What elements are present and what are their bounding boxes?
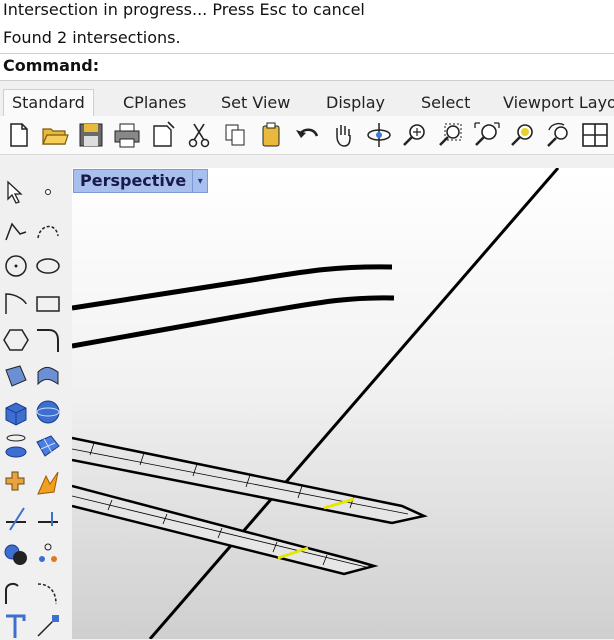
tab-standard[interactable]: Standard	[3, 89, 94, 116]
open-folder-icon[interactable]	[40, 120, 70, 150]
mesh-icon[interactable]	[34, 432, 62, 460]
four-viewports-icon[interactable]	[580, 120, 610, 150]
viewport-menu-dropdown-icon[interactable]: ▾	[192, 170, 207, 192]
sphere-icon[interactable]	[34, 398, 62, 426]
polyline-icon[interactable]	[2, 218, 30, 246]
curve-strip-2	[72, 295, 395, 349]
paste-icon[interactable]	[256, 120, 286, 150]
rectangle-icon[interactable]	[34, 290, 62, 318]
dimension-icon[interactable]	[34, 612, 62, 640]
standard-toolbar	[0, 116, 614, 155]
command-history-line-1: Intersection in progress... Press Esc to…	[3, 0, 365, 19]
command-area: Intersection in progress... Press Esc to…	[0, 0, 614, 81]
command-label: Command:	[3, 56, 100, 75]
text-icon[interactable]	[2, 612, 30, 640]
array-icon[interactable]	[34, 540, 62, 568]
rotate-view-icon[interactable]	[364, 120, 394, 150]
circle-icon[interactable]	[2, 252, 30, 280]
pan-hand-icon[interactable]	[328, 120, 358, 150]
point-icon[interactable]	[34, 178, 62, 206]
curve-icon[interactable]	[34, 218, 62, 246]
fillet-curve-icon[interactable]	[34, 326, 62, 354]
tab-cplanes[interactable]: CPlanes	[123, 90, 186, 116]
select-arrow-icon[interactable]	[2, 178, 30, 206]
import-icon[interactable]	[148, 120, 178, 150]
zoom-selected-icon[interactable]	[508, 120, 538, 150]
blend-icon[interactable]	[2, 578, 30, 606]
command-history-line-2: Found 2 intersections.	[3, 28, 181, 47]
cylinder-icon[interactable]	[2, 432, 30, 460]
tab-display[interactable]: Display	[326, 90, 385, 116]
print-icon[interactable]	[112, 120, 142, 150]
box-icon[interactable]	[2, 398, 30, 426]
zoom-extents-icon[interactable]	[472, 120, 502, 150]
boolean-icon[interactable]	[2, 540, 30, 568]
viewport-title-tab[interactable]: Perspective ▾	[73, 169, 209, 193]
explode-icon[interactable]	[2, 468, 30, 496]
cut-icon[interactable]	[184, 120, 214, 150]
surface-icon[interactable]	[2, 362, 30, 390]
command-input[interactable]	[100, 56, 604, 78]
zoom-dynamic-icon[interactable]	[400, 120, 430, 150]
tab-viewport-layout[interactable]: Viewport Layo	[503, 90, 614, 116]
save-icon[interactable]	[76, 120, 106, 150]
undo-icon[interactable]	[292, 120, 322, 150]
split-icon[interactable]	[34, 504, 62, 532]
zoom-window-icon[interactable]	[436, 120, 466, 150]
perspective-viewport[interactable]: Perspective ▾	[72, 168, 614, 639]
rotate-camera-icon[interactable]	[544, 120, 574, 150]
command-row: Command:	[0, 53, 614, 80]
curve-options-icon[interactable]	[34, 578, 62, 606]
polygon-icon[interactable]	[2, 326, 30, 354]
copy-icon[interactable]	[220, 120, 250, 150]
arc-icon[interactable]	[2, 290, 30, 318]
trim-icon[interactable]	[2, 504, 30, 532]
ellipse-icon[interactable]	[34, 252, 62, 280]
transform-icon[interactable]	[34, 468, 62, 496]
tab-set-view[interactable]: Set View	[221, 90, 290, 116]
tab-select[interactable]: Select	[421, 90, 470, 116]
toolbar-tabs: Standard CPlanes Set View Display Select…	[0, 86, 614, 116]
viewport-scene	[72, 168, 560, 639]
left-toolbar	[0, 170, 73, 639]
loft-surface-icon[interactable]	[34, 362, 62, 390]
viewport-title: Perspective	[80, 171, 187, 190]
new-file-icon[interactable]	[4, 120, 34, 150]
